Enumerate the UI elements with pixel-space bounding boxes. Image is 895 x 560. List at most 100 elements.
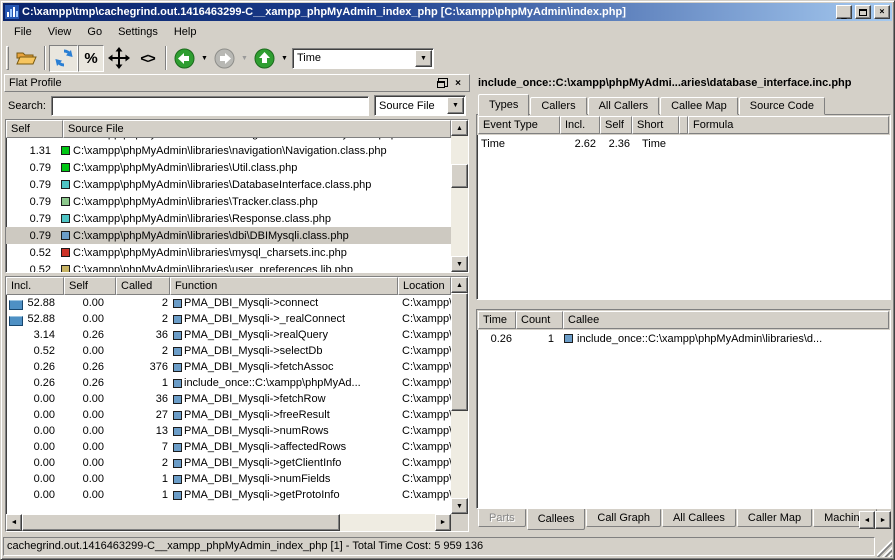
menu-item-file[interactable]: File: [7, 24, 39, 40]
cycle-grouping-button[interactable]: [49, 45, 78, 72]
scroll-right-icon[interactable]: ►: [435, 514, 451, 531]
menu-item-view[interactable]: View: [41, 24, 79, 40]
maximize-button[interactable]: [855, 5, 871, 19]
event-type-combobox[interactable]: Time ▼: [292, 48, 434, 69]
file-list-row[interactable]: 0.79C:\xampp\phpMyAdmin\libraries\Respon…: [6, 210, 451, 227]
tab-callees[interactable]: Callees: [527, 509, 586, 530]
tab-all-callees[interactable]: All Callees: [662, 509, 736, 527]
open-file-button[interactable]: [12, 45, 41, 72]
function-table-row[interactable]: 0.260.26376PMA_DBI_Mysqli->fetchAssocC:\…: [6, 359, 451, 375]
event-type-value: Time: [293, 52, 415, 64]
function-icon: [173, 475, 182, 484]
column-header-event-type[interactable]: Event Type: [478, 116, 560, 134]
file-list-row[interactable]: 0.79C:\xampp\phpMyAdmin\libraries\Tracke…: [6, 193, 451, 210]
column-header-self[interactable]: Self: [6, 120, 63, 138]
expand-areas-button[interactable]: [104, 45, 133, 72]
tab-callers[interactable]: Callers: [530, 97, 586, 115]
function-table-row[interactable]: 0.000.0036PMA_DBI_Mysqli->fetchRowC:\xam…: [6, 391, 451, 407]
chevron-down-icon[interactable]: ▼: [415, 50, 432, 67]
column-header-incl[interactable]: Incl.: [560, 116, 600, 134]
file-list-row[interactable]: 0.79C:\xampp\phpMyAdmin\libraries\dbi\DB…: [6, 227, 451, 244]
toolbar-handle[interactable]: [6, 46, 9, 70]
menu-item-help[interactable]: Help: [167, 24, 204, 40]
column-header-function[interactable]: Function: [170, 277, 398, 295]
back-button[interactable]: [170, 45, 199, 72]
tab-callee-map[interactable]: Callee Map: [660, 97, 738, 115]
file-list-row[interactable]: 0.79C:\xampp\phpMyAdmin\libraries\Databa…: [6, 176, 451, 193]
column-header-called[interactable]: Called: [116, 277, 170, 295]
column-header-count[interactable]: Count: [516, 311, 563, 329]
tab-types[interactable]: Types: [478, 94, 529, 116]
column-header-formula[interactable]: Formula: [688, 116, 889, 134]
location-value: C:\xampp\phpMy: [398, 473, 451, 485]
function-table-row[interactable]: 0.000.001PMA_DBI_Mysqli->numFieldsC:\xam…: [6, 471, 451, 487]
forward-button[interactable]: [210, 45, 239, 72]
menu-item-settings[interactable]: Settings: [111, 24, 165, 40]
file-self-value: 0.52: [6, 264, 54, 273]
close-dock-button[interactable]: ×: [451, 77, 465, 90]
relative-cost-button[interactable]: <>: [133, 45, 162, 72]
incl-value: 0.26: [6, 361, 64, 373]
column-header-self[interactable]: Self: [600, 116, 632, 134]
file-self-value: 1.37: [6, 138, 54, 140]
minimize-button[interactable]: _: [836, 5, 852, 19]
function-table-vscrollbar[interactable]: ▲ ▼: [451, 277, 468, 514]
column-header-short[interactable]: Short: [632, 116, 679, 134]
tab-scroll-left-icon[interactable]: ◄: [859, 511, 875, 529]
column-header-incl[interactable]: Incl.: [6, 277, 64, 295]
tab-all-callers[interactable]: All Callers: [588, 97, 660, 115]
column-header-source-file[interactable]: Source File: [63, 120, 451, 138]
scroll-up-icon[interactable]: ▲: [451, 277, 468, 293]
callees-table-row[interactable]: 0.261include_once::C:\xampp\phpMyAdmin\l…: [477, 330, 890, 347]
function-table-row[interactable]: 0.000.001PMA_DBI_Mysqli->getProtoInfoC:\…: [6, 487, 451, 503]
function-table-row[interactable]: 52.880.002PMA_DBI_Mysqli->_realConnectC:…: [6, 311, 451, 327]
scroll-thumb[interactable]: [22, 514, 340, 531]
up-dropdown-caret[interactable]: ▼: [279, 45, 290, 72]
function-table-row[interactable]: 0.260.261include_once::C:\xampp\phpMyAd.…: [6, 375, 451, 391]
file-list-row[interactable]: 1.31C:\xampp\phpMyAdmin\libraries\naviga…: [6, 142, 451, 159]
function-table-row[interactable]: 0.520.002PMA_DBI_Mysqli->selectDbC:\xamp…: [6, 343, 451, 359]
function-table-row[interactable]: 3.140.2636PMA_DBI_Mysqli->realQueryC:\xa…: [6, 327, 451, 343]
file-list-vscrollbar[interactable]: ▲ ▼: [451, 120, 468, 272]
scroll-left-icon[interactable]: ◄: [6, 514, 22, 531]
function-table-row[interactable]: 0.000.002PMA_DBI_Mysqli->getClientInfoC:…: [6, 455, 451, 471]
up-button[interactable]: [250, 45, 279, 72]
column-header-self[interactable]: Self: [64, 277, 116, 295]
scroll-thumb[interactable]: [451, 164, 468, 188]
file-list-row[interactable]: 0.52C:\xampp\phpMyAdmin\libraries\mysql_…: [6, 244, 451, 261]
tab-scroll-right-icon[interactable]: ►: [875, 511, 891, 529]
float-dock-button[interactable]: [435, 77, 449, 90]
close-button[interactable]: ×: [874, 5, 890, 19]
column-header-callee[interactable]: Callee: [563, 311, 889, 329]
column-header-location[interactable]: Location: [398, 277, 451, 295]
tab-parts[interactable]: Parts: [478, 509, 526, 527]
function-table-header: Incl. Self Called Function Location: [6, 277, 451, 295]
back-dropdown-caret[interactable]: ▼: [199, 45, 210, 72]
scroll-down-icon[interactable]: ▼: [451, 256, 468, 272]
grouping-combobox[interactable]: Source File ▼: [374, 95, 466, 116]
tab-call-graph[interactable]: Call Graph: [586, 509, 661, 527]
function-table-row[interactable]: 0.000.007PMA_DBI_Mysqli->affectedRowsC:\…: [6, 439, 451, 455]
percent-relative-button[interactable]: %: [78, 45, 104, 72]
types-table-row[interactable]: Time2.622.36Time: [477, 135, 890, 152]
scroll-thumb[interactable]: [451, 293, 468, 411]
search-input[interactable]: [51, 96, 369, 116]
menu-item-go[interactable]: Go: [80, 24, 109, 40]
column-header-spacer[interactable]: [679, 116, 688, 134]
tab-caller-map[interactable]: Caller Map: [737, 509, 812, 527]
self-value: 0.26: [64, 361, 116, 373]
file-list-row[interactable]: 0.52C:\xampp\phpMyAdmin\libraries\user_p…: [6, 261, 451, 272]
title-bar: C:\xampp\tmp\cachegrind.out.1416463299-C…: [3, 3, 892, 21]
function-table-row[interactable]: 0.000.0013PMA_DBI_Mysqli->numRowsC:\xamp…: [6, 423, 451, 439]
function-table-row[interactable]: 52.880.002PMA_DBI_Mysqli->connectC:\xamp…: [6, 295, 451, 311]
file-list-row[interactable]: 0.79C:\xampp\phpMyAdmin\libraries\Util.c…: [6, 159, 451, 176]
column-header-time[interactable]: Time: [478, 311, 516, 329]
scroll-up-icon[interactable]: ▲: [451, 120, 468, 136]
chevron-down-icon[interactable]: ▼: [447, 97, 464, 114]
tab-source-code[interactable]: Source Code: [739, 97, 825, 115]
horizontal-splitter[interactable]: [476, 300, 891, 309]
function-table-hscrollbar[interactable]: ◄ ►: [6, 514, 468, 531]
scroll-down-icon[interactable]: ▼: [451, 498, 468, 514]
resize-grip[interactable]: [877, 538, 892, 557]
function-table-row[interactable]: 0.000.0027PMA_DBI_Mysqli->freeResultC:\x…: [6, 407, 451, 423]
